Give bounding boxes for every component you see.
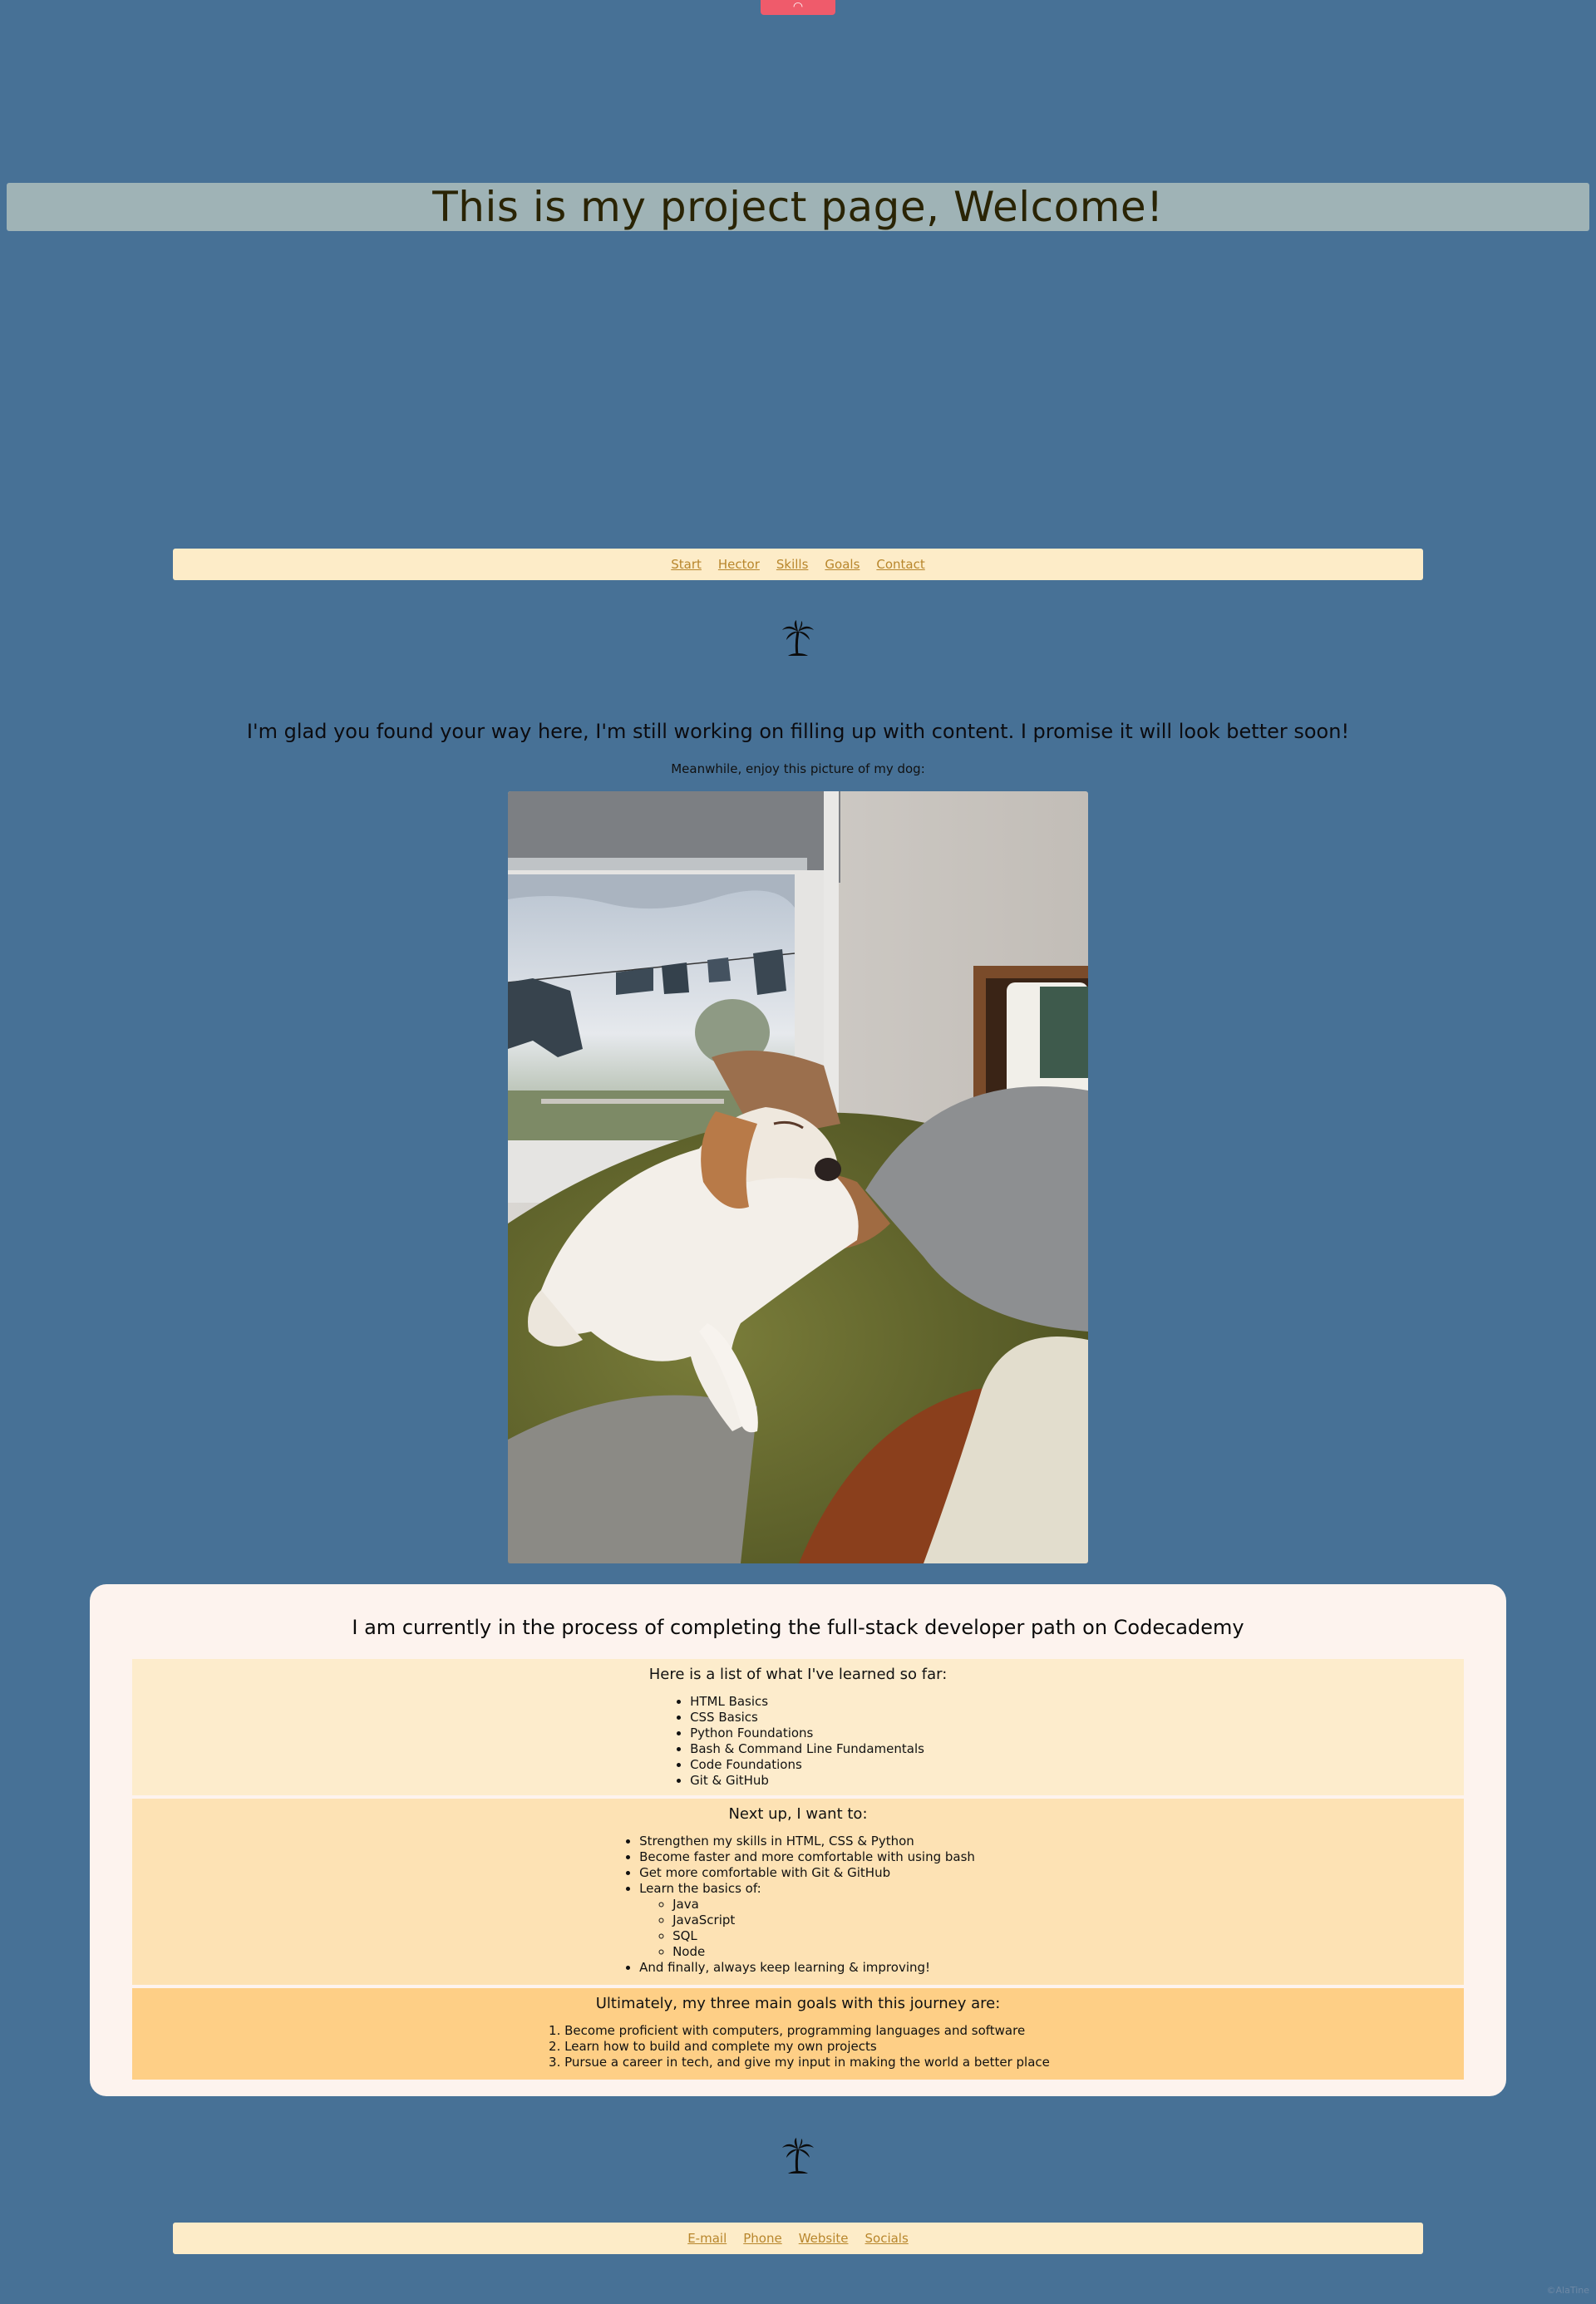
skills-card: I am currently in the process of complet…: [90, 1584, 1506, 2096]
footer-link-website[interactable]: Website: [799, 2231, 849, 2246]
list-item: Strengthen my skills in HTML, CSS & Pyth…: [639, 1834, 975, 1849]
list-item: Become proficient with computers, progra…: [564, 2023, 1050, 2039]
footer-nav: E-mail Phone Website Socials: [173, 2223, 1423, 2254]
list-item: Become faster and more comfortable with …: [639, 1849, 975, 1865]
sub-list-item: JavaScript: [672, 1913, 975, 1928]
arch-icon: ◠: [792, 0, 804, 13]
sub-list-item: SQL: [672, 1928, 975, 1944]
list-item-text: Learn the basics of:: [639, 1881, 761, 1896]
next-list: Strengthen my skills in HTML, CSS & Pyth…: [621, 1834, 975, 1976]
nav-link-contact[interactable]: Contact: [876, 557, 924, 572]
nav-link-goals[interactable]: Goals: [825, 557, 860, 572]
list-item: HTML Basics: [690, 1694, 924, 1710]
list-item: CSS Basics: [690, 1710, 924, 1726]
sub-list-item: Node: [672, 1944, 975, 1960]
main-nav: Start Hector Skills Goals Contact: [173, 549, 1423, 580]
palm-tree-icon: [782, 2138, 814, 2174]
footer-link-phone[interactable]: Phone: [743, 2231, 781, 2246]
top-tab[interactable]: ◠: [761, 0, 835, 15]
goals-list: Become proficient with computers, progra…: [546, 2023, 1050, 2070]
skills-title: I am currently in the process of complet…: [352, 1616, 1244, 1639]
footer-link-email[interactable]: E-mail: [687, 2231, 727, 2246]
list-item: Bash & Command Line Fundamentals: [690, 1741, 924, 1757]
intro-text: Meanwhile, enjoy this picture of my dog:: [671, 761, 925, 776]
next-heading: Next up, I want to:: [728, 1805, 868, 1823]
learned-panel: Here is a list of what I've learned so f…: [132, 1659, 1464, 1795]
list-item: Git & GitHub: [690, 1773, 924, 1789]
palm-tree-icon: [782, 620, 814, 656]
nav-link-start[interactable]: Start: [671, 557, 702, 572]
goals-panel: Ultimately, my three main goals with thi…: [132, 1988, 1464, 2080]
nav-link-skills[interactable]: Skills: [776, 557, 809, 572]
learned-list: HTML Basics CSS Basics Python Foundation…: [672, 1694, 924, 1789]
list-item: Code Foundations: [690, 1757, 924, 1773]
learned-heading: Here is a list of what I've learned so f…: [648, 1666, 948, 1683]
footer-link-socials[interactable]: Socials: [865, 2231, 909, 2246]
list-item: Learn the basics of: Java JavaScript SQL…: [639, 1881, 975, 1960]
list-item: Python Foundations: [690, 1726, 924, 1741]
list-item: Pursue a career in tech, and give my inp…: [564, 2055, 1050, 2070]
nav-link-hector[interactable]: Hector: [718, 557, 760, 572]
dog-photo: [508, 791, 1088, 1563]
intro-heading: I'm glad you found your way here, I'm st…: [246, 720, 1350, 743]
page-title: This is my project page, Welcome!: [432, 183, 1164, 231]
sub-list-item: Java: [672, 1897, 975, 1913]
goals-heading: Ultimately, my three main goals with thi…: [595, 1995, 1001, 2012]
list-item: Learn how to build and complete my own p…: [564, 2039, 1050, 2055]
list-item: Get more comfortable with Git & GitHub: [639, 1865, 975, 1881]
next-panel: Next up, I want to: Strengthen my skills…: [132, 1799, 1464, 1985]
sub-list: Java JavaScript SQL Node: [639, 1897, 975, 1960]
list-item: And finally, always keep learning & impr…: [639, 1960, 975, 1976]
title-banner: This is my project page, Welcome!: [7, 183, 1589, 231]
watermark: ©AlaTine: [1546, 2285, 1590, 2296]
